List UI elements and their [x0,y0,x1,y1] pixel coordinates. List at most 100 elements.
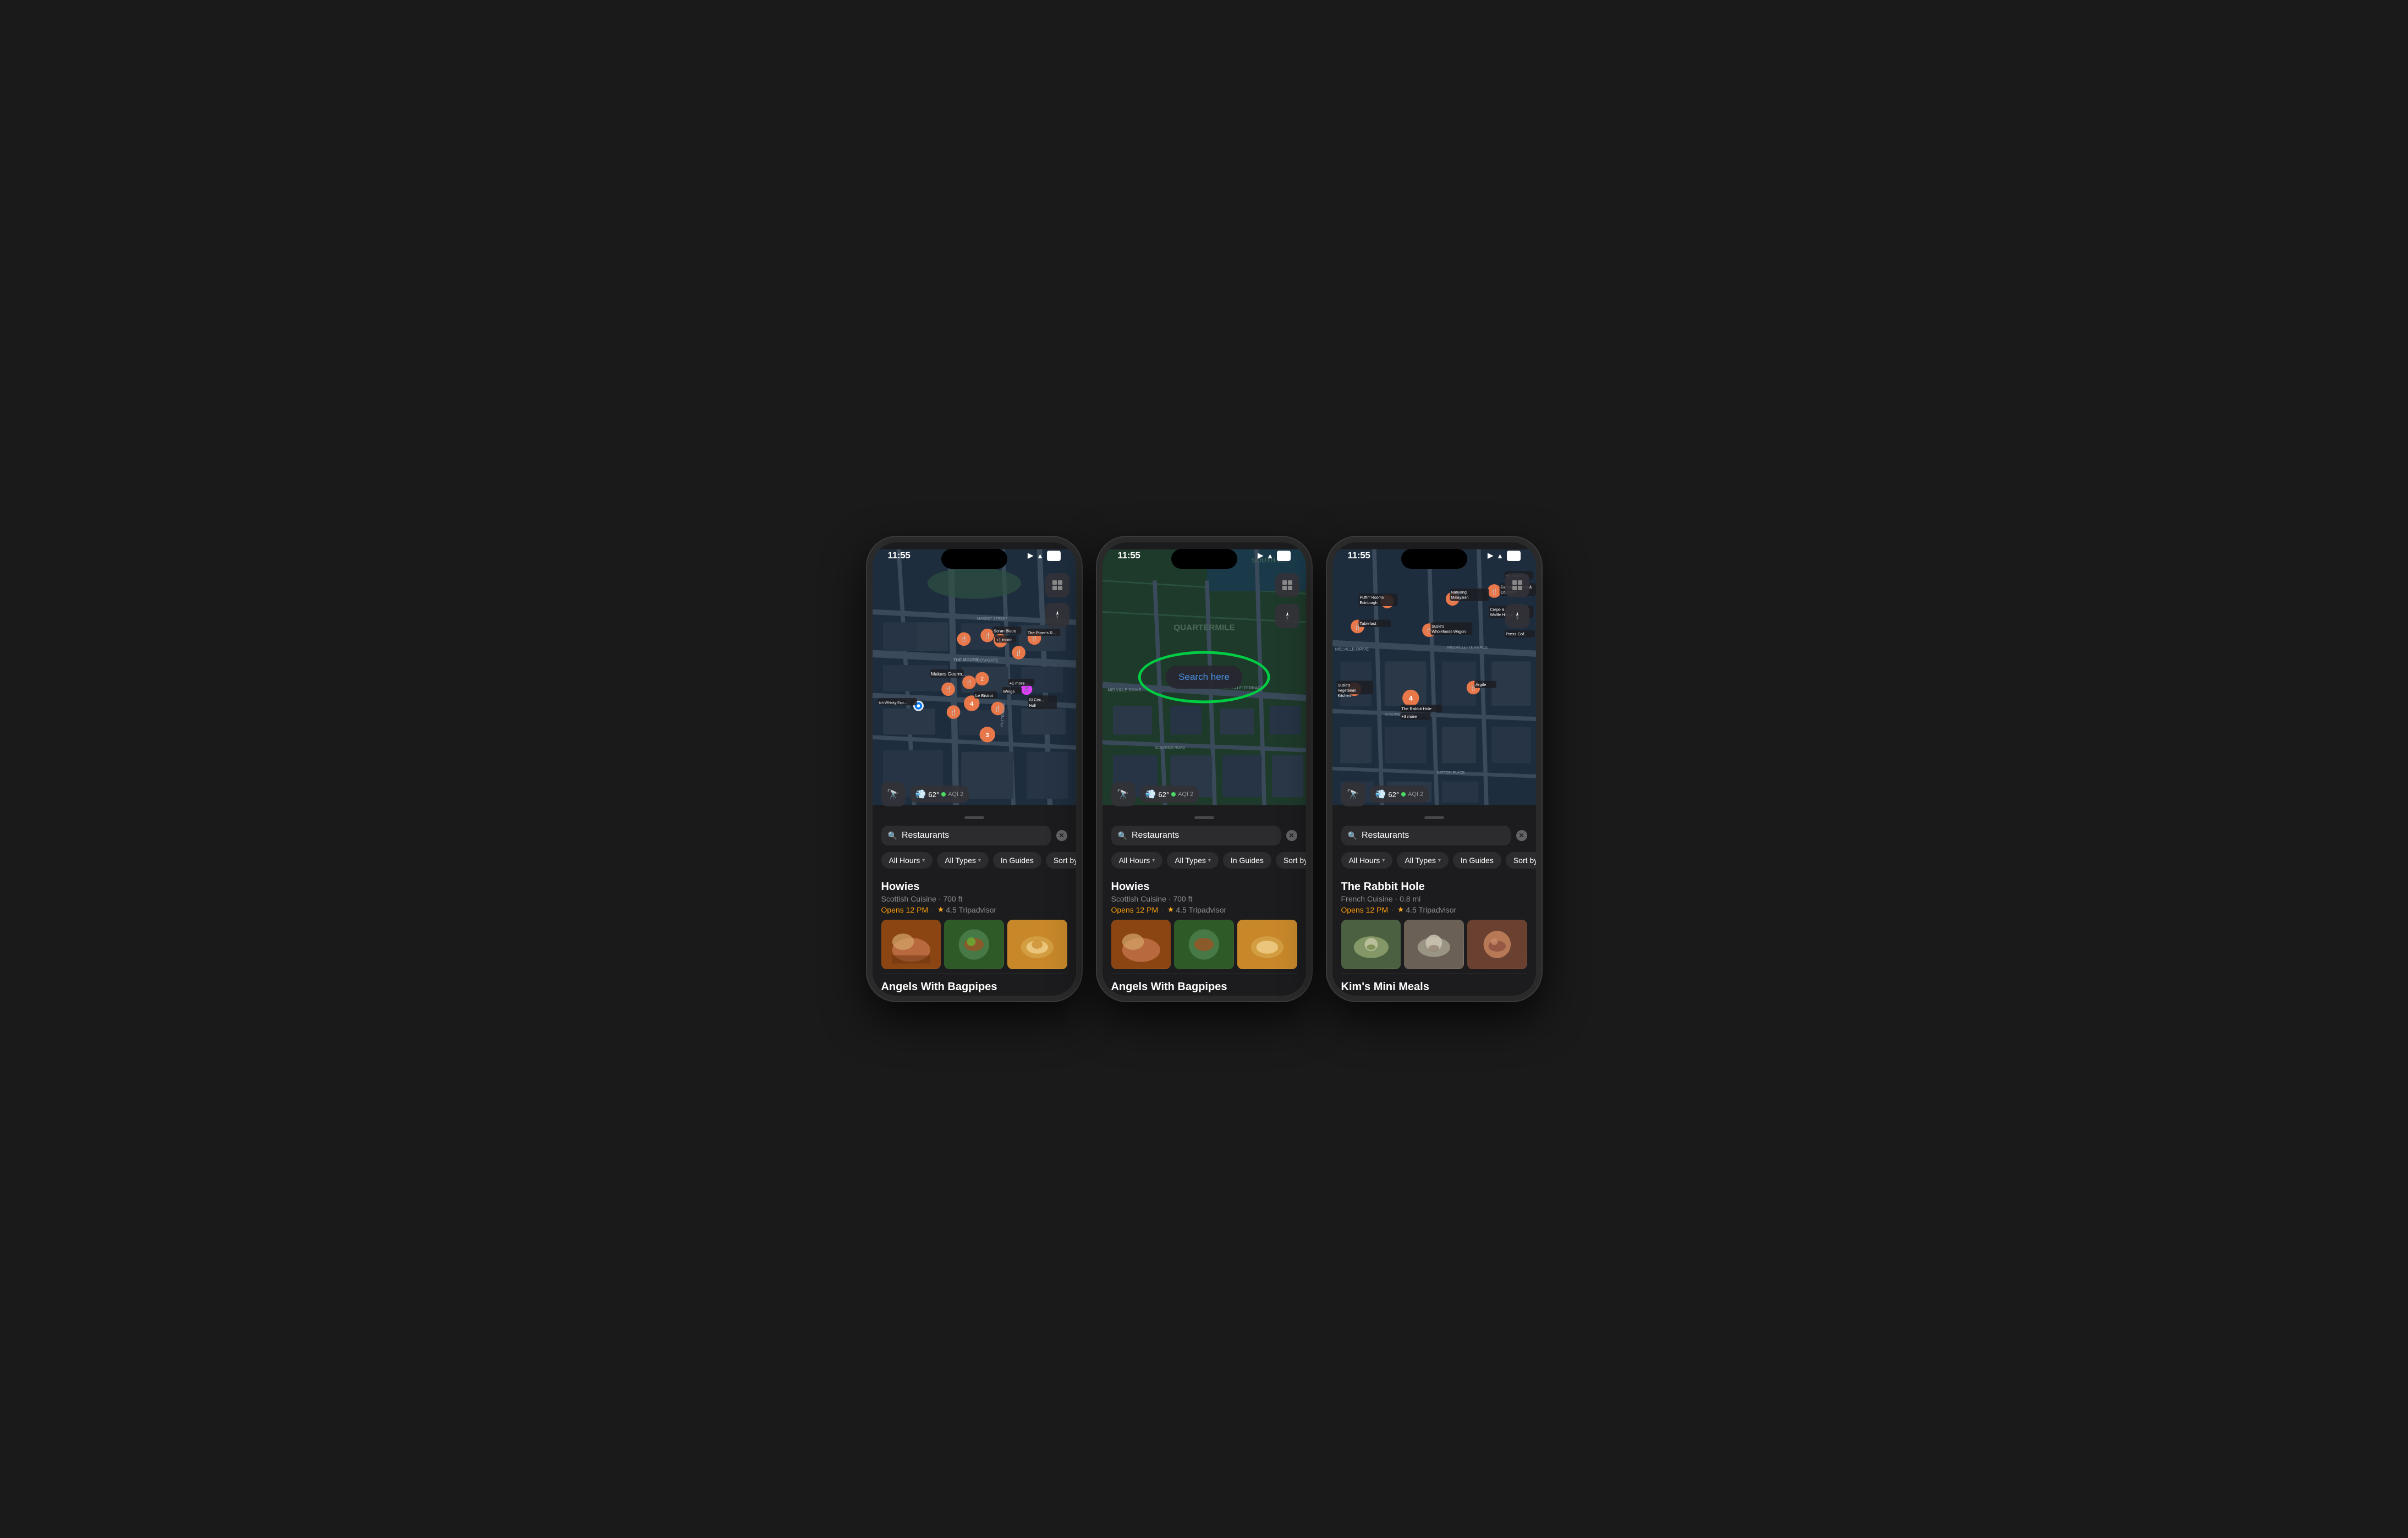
result-howies-2[interactable]: Howies Scottish Cuisine · 700 ft Opens 1… [1111,875,1297,974]
map-controls-3 [1505,573,1529,628]
svg-text:Le Bistrot: Le Bistrot [975,693,993,698]
search-icon-3: 🔍 [1348,831,1357,841]
temp-3: 62° [1388,790,1399,799]
svg-text:Makars Gourm...: Makars Gourm... [931,671,966,677]
aqi-dot-2 [1171,792,1176,797]
wifi-icon-1: ▲ [1036,552,1044,560]
filter-in-guides-2[interactable]: In Guides [1223,852,1271,869]
result-subtitle-3: French Cuisine · 0.8 mi [1341,894,1527,903]
compass-btn-3[interactable] [1505,604,1529,628]
search-bar-2: 🔍 Restaurants ✕ [1102,819,1306,850]
svg-text:Wholefoods Wagon: Wholefoods Wagon [1431,629,1466,634]
result-meta-3: Opens 12 PM · ★ 4.5 Tripadvisor [1341,905,1527,914]
map-bottom-bar-2: 🔭 💨 62° AQI 2 [1111,782,1199,806]
binoculars-btn-3[interactable]: 🔭 [1341,782,1365,806]
map-area-1[interactable]: THE MOUND GRASSMARKET MARKET STREET COWG… [873,542,1076,812]
search-clear-1[interactable]: ✕ [1056,830,1067,841]
svg-text:🍴: 🍴 [950,708,957,716]
next-result-2[interactable]: Angels With Bagpipes [1111,974,1297,996]
svg-text:MARKET STREET: MARKET STREET [977,617,1007,621]
svg-text:tch Whisky Exp...: tch Whisky Exp... [879,701,907,705]
search-input-2[interactable]: 🔍 Restaurants [1111,826,1281,845]
weather-badge-1: 💨 62° AQI 2 [910,786,969,803]
status-time-3: 11:55 [1348,550,1370,561]
status-icons-3: ▶ ▲ 96 [1488,551,1520,561]
next-result-name-1: Angels With Bagpipes [881,981,1067,993]
result-name-3: The Rabbit Hole [1341,881,1527,893]
svg-text:Press Cof...: Press Cof... [1505,631,1527,636]
filter-sort-by-2[interactable]: Sort by [1276,852,1306,869]
result-rating-2: ★ 4.5 Tripadvisor [1167,905,1226,914]
binoculars-btn-2[interactable]: 🔭 [1111,782,1136,806]
bottom-sheet-2: 🔍 Restaurants ✕ All Hours ▾ All Types ▾ … [1102,812,1306,996]
result-photo-1b [944,920,1004,969]
result-photo-2c [1237,920,1297,969]
battery-2: 96 [1277,551,1290,561]
next-result-1[interactable]: Angels With Bagpipes [881,974,1067,996]
result-open-1: Opens 12 PM [881,905,929,914]
filter-all-types-3[interactable]: All Types ▾ [1397,852,1449,869]
filter-sort-by-1[interactable]: Sort by [1046,852,1076,869]
result-subtitle-1: Scottish Cuisine · 700 ft [881,894,1067,903]
status-icons-2: ▶ ▲ 96 [1258,551,1290,561]
map-bottom-bar-1: 🔭 💨 62° AQI 2 [881,782,969,806]
result-rating-1: ★ 4.5 Tripadvisor [937,905,996,914]
phones-container: 11:55 ▶ ▲ 96 [867,537,1542,1001]
result-photo-2a [1111,920,1171,969]
result-open-3: Opens 12 PM [1341,905,1389,914]
svg-text:Wings: Wings [1003,689,1014,694]
search-bar-1: 🔍 Restaurants ✕ [873,819,1076,850]
drag-handle-2[interactable] [1102,812,1306,819]
result-photo-3a [1341,920,1401,969]
svg-text:🍴: 🍴 [966,679,973,686]
map-type-btn-3[interactable] [1505,573,1529,597]
filter-all-hours-3[interactable]: All Hours ▾ [1341,852,1393,869]
filter-all-hours-1[interactable]: All Hours ▾ [881,852,933,869]
filter-sort-by-3[interactable]: Sort by [1506,852,1536,869]
svg-text:THE MOUND: THE MOUND [953,657,979,663]
result-subtitle-2: Scottish Cuisine · 700 ft [1111,894,1297,903]
filter-in-guides-3[interactable]: In Guides [1453,852,1501,869]
search-query-1: Restaurants [902,831,1044,841]
phone-2: 11:55 ▶ ▲ 96 [1097,537,1312,1001]
map-bottom-bar-3: 🔭 💨 62° AQI 2 [1341,782,1429,806]
svg-text:🍴: 🍴 [984,632,991,639]
binoculars-btn-1[interactable]: 🔭 [881,782,906,806]
map-type-btn-1[interactable] [1045,573,1069,597]
search-clear-2[interactable]: ✕ [1286,830,1297,841]
drag-handle-1[interactable] [873,812,1076,819]
svg-text:Susie's: Susie's [1337,683,1350,688]
result-howies-1[interactable]: Howies Scottish Cuisine · 700 ft Opens 1… [881,875,1067,974]
compass-btn-2[interactable] [1275,604,1299,628]
map-area-3[interactable]: MELVILLE-DRIVE MELVILLE-TERRACE SCIENNES… [1332,542,1536,812]
svg-text:3: 3 [985,732,989,739]
drag-handle-3[interactable] [1332,812,1536,819]
result-rabbit-hole[interactable]: The Rabbit Hole French Cuisine · 0.8 mi … [1341,875,1527,974]
aqi-2: AQI 2 [1178,791,1193,798]
aqi-1: AQI 2 [948,791,963,798]
filter-all-types-1[interactable]: All Types ▾ [937,852,989,869]
svg-text:🍴: 🍴 [994,705,1001,712]
search-here-label: Search here [1178,672,1230,682]
map-type-btn-2[interactable] [1275,573,1299,597]
result-photo-2b [1174,920,1234,969]
search-query-3: Restaurants [1362,831,1504,841]
result-name-2: Howies [1111,881,1297,893]
search-icon-1: 🔍 [888,831,897,841]
result-photo-3b [1404,920,1464,969]
search-input-3[interactable]: 🔍 Restaurants [1341,826,1511,845]
next-result-3[interactable]: Kim's Mini Meals [1341,974,1527,996]
search-here-btn[interactable]: Search here [1165,666,1243,689]
search-input-1[interactable]: 🔍 Restaurants [881,826,1051,845]
battery-3: 96 [1507,551,1520,561]
svg-text:Malaysian: Malaysian [1451,596,1468,600]
filter-in-guides-1[interactable]: In Guides [993,852,1041,869]
search-icon-2: 🔍 [1118,831,1127,841]
svg-text:+1 more: +1 more [1009,680,1024,685]
filter-all-types-2[interactable]: All Types ▾ [1167,852,1219,869]
map-area-2[interactable]: MELVILLE DRIVE MELVILLE-TERRACE SCIENNES… [1102,542,1306,812]
search-clear-3[interactable]: ✕ [1516,830,1527,841]
filter-all-hours-2[interactable]: All Hours ▾ [1111,852,1163,869]
wifi-icon-3: ▲ [1496,552,1504,560]
compass-btn-1[interactable] [1045,603,1069,627]
